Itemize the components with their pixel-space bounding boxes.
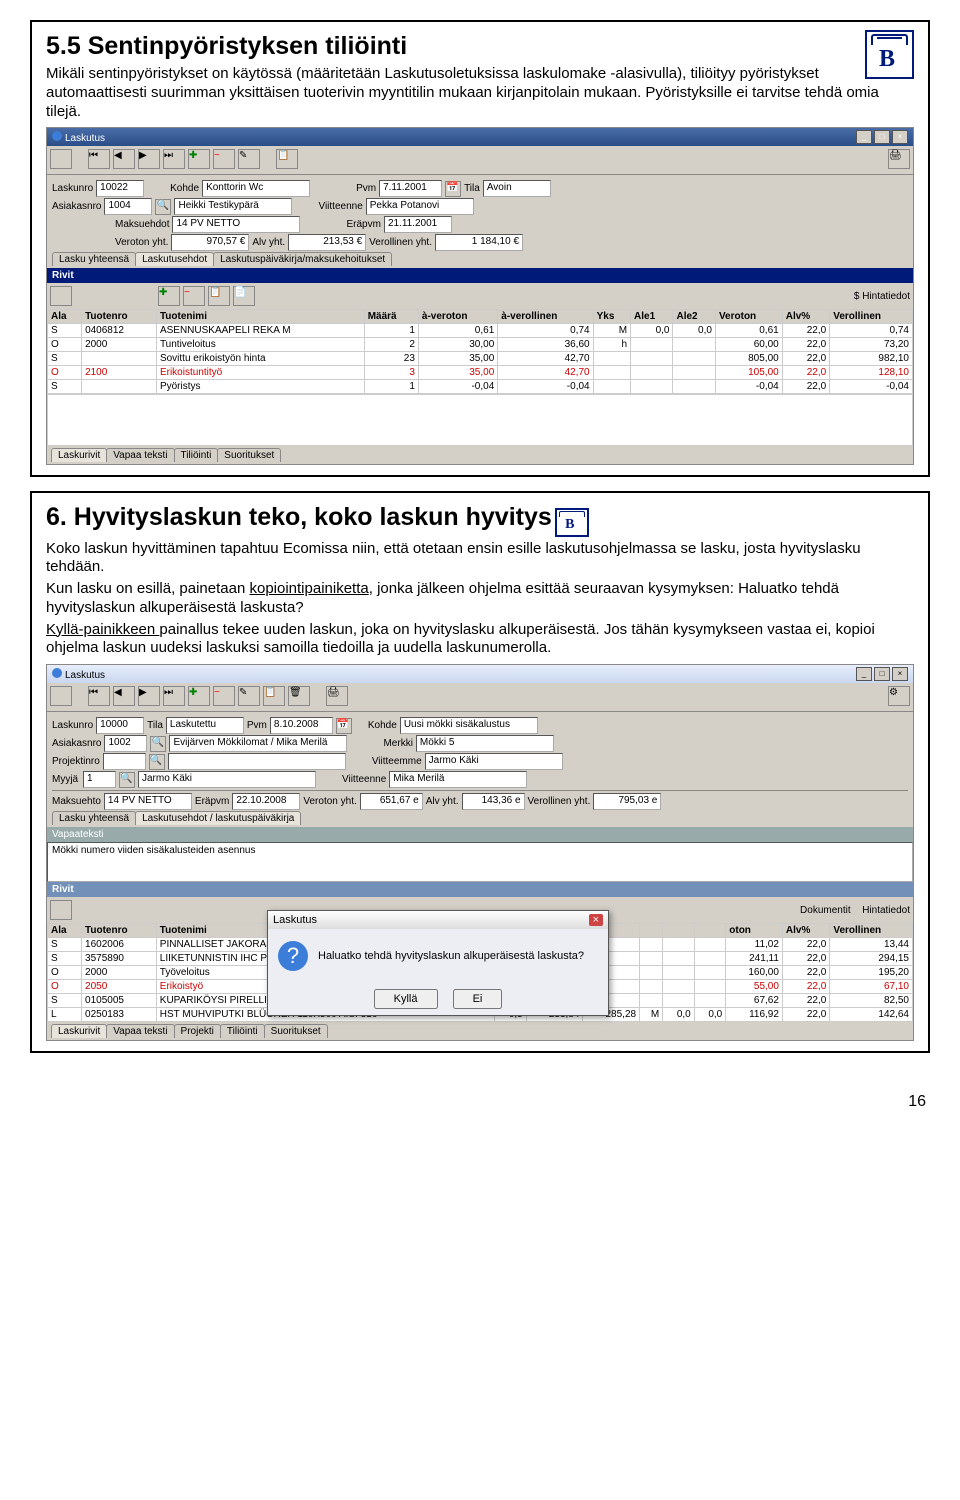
vapaateksti-field[interactable]: Mökki numero viiden sisäkalusteiden asen… <box>47 842 913 882</box>
app1-upper-tabs: Lasku yhteensä Laskutusehdot Laskutuspäi… <box>52 252 908 266</box>
tila-field[interactable]: Avoin <box>483 180 551 197</box>
section1-heading: 5.5 Sentinpyöristyksen tiliöinti <box>46 32 914 61</box>
section2-p3: Kyllä-painikkeen painallus tekee uuden l… <box>46 621 914 659</box>
minimize-icon[interactable]: _ <box>856 667 872 681</box>
section2-p1: Koko laskun hyvittäminen tapahtuu Ecomis… <box>46 540 914 578</box>
book-icon[interactable] <box>50 149 72 169</box>
maximize-icon[interactable]: □ <box>874 130 890 144</box>
copy-icon[interactable]: 📋 <box>263 686 285 706</box>
rivit-header: Rivit <box>47 268 913 283</box>
copy-row-icon[interactable]: 📋 <box>208 286 230 306</box>
maximize-icon[interactable]: □ <box>874 667 890 681</box>
add-icon[interactable]: ✚ <box>188 149 210 169</box>
confirm-dialog: Laskutus× ? Haluatko tehdä hyvityslaskun… <box>267 910 609 1016</box>
dup-row-icon[interactable]: 📄 <box>233 286 255 306</box>
book-icon[interactable] <box>50 286 72 306</box>
last-icon[interactable]: ⏭ <box>163 149 185 169</box>
remove-row-icon[interactable]: − <box>183 286 205 306</box>
section2-p2: Kun lasku on esillä, painetaan kopiointi… <box>46 580 914 618</box>
asiakasnro-field[interactable]: 1004 <box>104 198 152 215</box>
app1-toolbar: ⏮ ◀ ▶ ⏭ ✚ − ✎ 📋 🖨 <box>47 146 913 172</box>
first-icon[interactable]: ⏮ <box>88 149 110 169</box>
section1-para: Mikäli sentinpyöristykset on käytössä (m… <box>46 65 914 121</box>
kohde-field[interactable]: Konttorin Wc <box>202 180 310 197</box>
print-icon[interactable]: 🖨 <box>888 149 910 169</box>
page-number: 16 <box>0 1087 960 1117</box>
app1-table: AlaTuotenroTuotenimiMääräà-verotonà-vero… <box>47 309 913 394</box>
prev-icon[interactable]: ◀ <box>113 149 135 169</box>
minimize-icon[interactable]: _ <box>856 130 872 144</box>
close-icon[interactable]: × <box>589 914 603 926</box>
viitteenne-field[interactable]: Pekka Potanovi <box>366 198 474 215</box>
question-icon: ? <box>278 941 308 971</box>
logo-icon <box>865 30 914 79</box>
add-row-icon[interactable]: ✚ <box>158 286 180 306</box>
close-icon[interactable]: × <box>892 667 908 681</box>
maksuehdot-field[interactable]: 14 PV NETTO <box>172 216 300 233</box>
no-button[interactable]: Ei <box>453 989 503 1009</box>
erapvm-field[interactable]: 21.11.2001 <box>384 216 452 233</box>
yes-button[interactable]: Kyllä <box>374 989 438 1009</box>
next-icon[interactable]: ▶ <box>138 149 160 169</box>
app2-window: Laskutus _ □ × ⏮◀▶⏭ ✚−✎ 📋 🗑 🖨 ⚙ Laskunro… <box>46 664 914 1041</box>
remove-icon[interactable]: − <box>213 149 235 169</box>
book-icon[interactable] <box>50 686 72 706</box>
close-icon[interactable]: × <box>892 130 908 144</box>
laskunro-field[interactable]: 10022 <box>96 180 144 197</box>
pvm-field[interactable]: 7.11.2001 <box>379 180 442 197</box>
dialog-question: Haluatko tehdä hyvityslaskun alkuperäise… <box>318 950 584 962</box>
app1-titlebar: Laskutus _ □ × <box>47 128 913 146</box>
edit-icon[interactable]: ✎ <box>238 149 260 169</box>
app1-bottom-tabs: Laskurivit Vapaa teksti Tiliöinti Suorit… <box>51 448 909 462</box>
logo-icon <box>555 508 589 537</box>
section2-heading: 6. Hyvityslaskun teko, koko laskun hyvit… <box>46 503 552 531</box>
app1-window: Laskutus _ □ × ⏮ ◀ ▶ ⏭ ✚ − ✎ 📋 🖨 Lasku <box>46 127 914 465</box>
copy-icon[interactable]: 📋 <box>276 149 298 169</box>
